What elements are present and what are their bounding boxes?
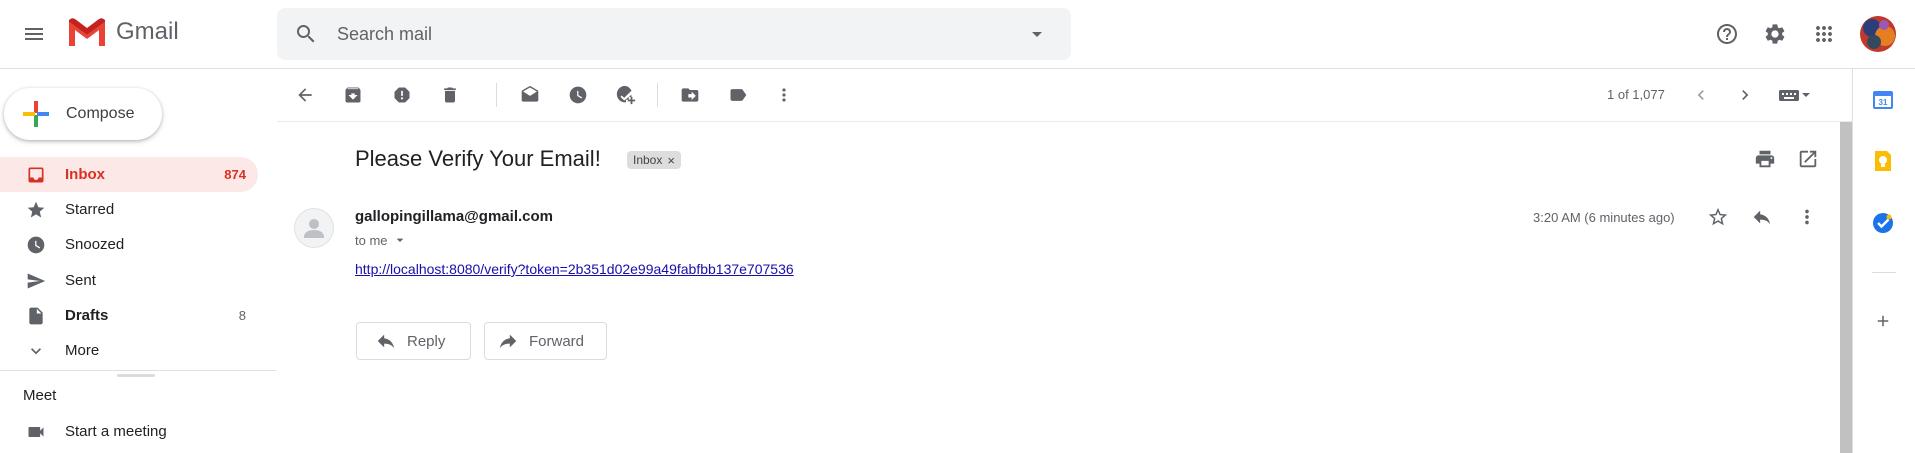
- verify-link[interactable]: http://localhost:8080/verify?token=2b351…: [355, 261, 794, 277]
- recipient-details[interactable]: to me: [355, 232, 408, 248]
- sidebar-item-label: Inbox: [65, 166, 105, 183]
- archive-icon[interactable]: [339, 81, 367, 109]
- calendar-icon[interactable]: 31: [1868, 84, 1898, 114]
- recipient-label: to me: [355, 232, 388, 248]
- sidebar-resize-handle[interactable]: [117, 374, 155, 377]
- add-addon-plus-icon[interactable]: [1868, 306, 1898, 336]
- sidebar-divider: [0, 370, 276, 371]
- sidebar-item-label: Starred: [65, 201, 115, 218]
- forward-button[interactable]: Forward: [484, 322, 607, 360]
- send-icon: [26, 271, 46, 291]
- compose-button[interactable]: Compose: [4, 88, 162, 140]
- main-menu-icon[interactable]: [14, 14, 54, 54]
- move-to-icon[interactable]: [676, 81, 704, 109]
- draft-count: 8: [238, 308, 246, 323]
- side-panel-divider: [1872, 272, 1896, 273]
- compose-label: Compose: [66, 105, 135, 122]
- sender-email[interactable]: gallopingillama@gmail.com: [355, 208, 553, 225]
- pagination-count: 1 of 1,077: [1607, 87, 1665, 102]
- email-subject: Please Verify Your Email!: [355, 146, 601, 171]
- settings-gear-icon[interactable]: [1757, 16, 1793, 52]
- start-meeting-label: Start a meeting: [65, 423, 167, 440]
- caret-down-icon: [396, 238, 403, 242]
- forward-label: Forward: [529, 332, 585, 350]
- search-bar[interactable]: [277, 8, 1071, 60]
- sidebar-item-label: Sent: [65, 272, 96, 289]
- search-input[interactable]: [337, 22, 977, 46]
- search-icon[interactable]: [294, 22, 318, 46]
- clock-icon: [26, 235, 46, 255]
- star-outline-icon[interactable]: [1707, 206, 1729, 228]
- back-arrow-icon[interactable]: [291, 81, 319, 109]
- svg-text:31: 31: [1879, 98, 1888, 107]
- label-tag-icon[interactable]: [724, 81, 752, 109]
- email-timestamp: 3:20 AM (6 minutes ago): [1533, 210, 1675, 225]
- meet-section-title: Meet: [23, 387, 57, 404]
- tasks-icon[interactable]: [1868, 208, 1898, 238]
- chevron-down-icon: [26, 341, 46, 361]
- message-toolbar: 1 of 1,077: [277, 69, 1852, 122]
- unread-count: 874: [224, 167, 246, 182]
- label-chip-text: Inbox: [633, 153, 663, 167]
- keep-notes-icon[interactable]: [1868, 146, 1898, 176]
- delete-trash-icon[interactable]: [436, 81, 464, 109]
- forward-icon: [499, 334, 517, 349]
- reply-icon: [377, 334, 395, 349]
- sidebar-item-snoozed[interactable]: Snoozed: [0, 227, 258, 262]
- gmail-logo[interactable]: Gmail: [66, 16, 179, 48]
- open-in-new-window-icon[interactable]: [1797, 148, 1819, 170]
- toolbar-separator: [496, 83, 497, 107]
- person-icon: [294, 208, 334, 248]
- scrollbar-thumb[interactable]: [1840, 122, 1852, 453]
- sidebar-item-drafts[interactable]: Drafts 8: [0, 298, 258, 333]
- toolbar-separator: [657, 83, 658, 107]
- more-options-vertical-icon[interactable]: [1796, 206, 1818, 228]
- video-camera-icon: [26, 422, 46, 442]
- account-avatar[interactable]: [1860, 16, 1896, 52]
- sidebar-item-label: Snoozed: [65, 236, 125, 253]
- sidebar-item-label: More: [65, 342, 100, 359]
- start-meeting-item[interactable]: Start a meeting: [0, 414, 258, 449]
- compose-plus-icon: [23, 101, 49, 127]
- input-tools-keyboard-icon[interactable]: [1774, 81, 1814, 109]
- help-icon[interactable]: [1709, 16, 1745, 52]
- top-bar: Gmail: [0, 0, 1915, 69]
- side-panel-border: [1852, 69, 1853, 453]
- sidebar-item-inbox[interactable]: Inbox 874: [0, 157, 258, 192]
- remove-label-icon[interactable]: ×: [667, 153, 675, 168]
- reply-label: Reply: [407, 332, 446, 350]
- newer-chevron-left-icon[interactable]: [1687, 81, 1715, 109]
- mark-as-unread-icon[interactable]: [516, 81, 544, 109]
- apps-grid-icon[interactable]: [1806, 16, 1842, 52]
- print-icon[interactable]: [1754, 148, 1776, 170]
- report-spam-icon[interactable]: [388, 81, 416, 109]
- reply-button[interactable]: Reply: [356, 322, 471, 360]
- inbox-label-chip: Inbox ×: [627, 151, 681, 169]
- snooze-clock-icon[interactable]: [564, 81, 592, 109]
- search-options-dropdown-icon[interactable]: [1025, 22, 1049, 46]
- older-chevron-right-icon[interactable]: [1731, 81, 1759, 109]
- sidebar-item-sent[interactable]: Sent: [0, 263, 258, 298]
- star-icon: [26, 200, 46, 220]
- app-name: Gmail: [116, 18, 179, 45]
- sidebar-item-label: Drafts: [65, 307, 109, 324]
- add-to-tasks-icon[interactable]: [612, 81, 640, 109]
- sender-avatar[interactable]: [294, 208, 334, 248]
- sidebar-item-starred[interactable]: Starred: [0, 192, 258, 227]
- sidebar-item-more[interactable]: More: [0, 333, 258, 368]
- inbox-icon: [26, 165, 46, 185]
- reply-arrow-icon[interactable]: [1751, 206, 1773, 228]
- draft-icon: [26, 306, 46, 326]
- gmail-m-icon: [69, 18, 105, 46]
- more-vertical-icon[interactable]: [770, 81, 798, 109]
